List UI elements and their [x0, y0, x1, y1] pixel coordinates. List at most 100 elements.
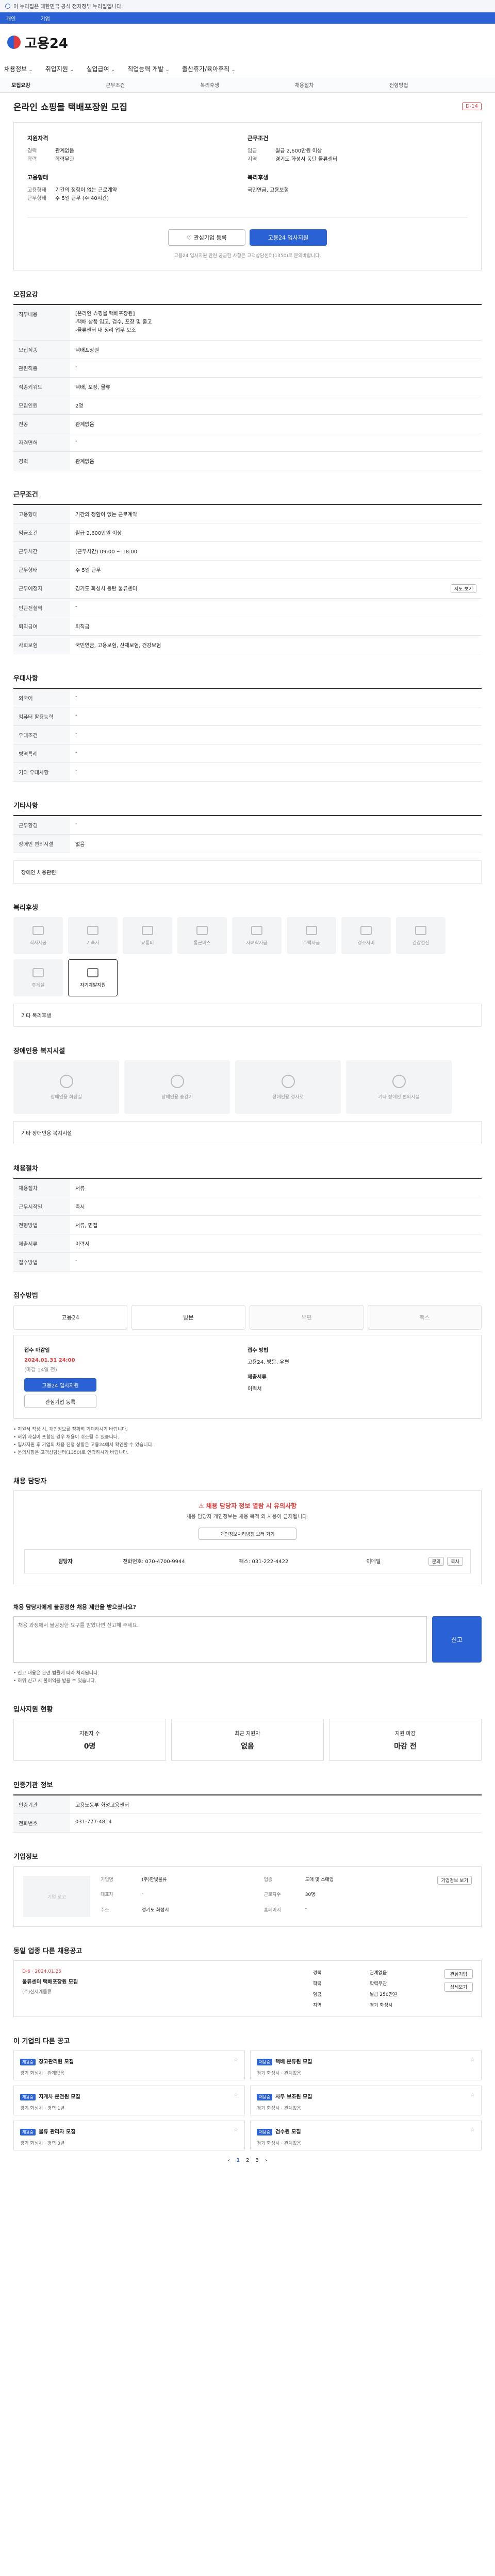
logo-icon[interactable]: [7, 36, 21, 49]
star-icon[interactable]: ☆: [470, 2057, 475, 2063]
same-job-card[interactable]: D-6 · 2024.01.25 물류센터 택배포장원 모집 (주)신세계물류 …: [13, 1960, 482, 2017]
nav-item-jobs[interactable]: 채용정보: [4, 64, 33, 73]
etc-note: 장애인 채용관련: [13, 860, 482, 884]
section-title-report: 채용 담당자에게 불공정한 채용 제안을 받으셨나요?: [13, 1604, 137, 1611]
same-interest-button[interactable]: 관심기업: [444, 1969, 473, 1979]
star-icon[interactable]: ☆: [234, 2057, 238, 2063]
section-title-method: 접수방법: [13, 1292, 38, 1300]
method-fax: 팩스: [368, 1305, 482, 1330]
gov-notice-bar: 이 누리집은 대한민국 공식 전자정부 누리집입니다.: [0, 0, 495, 12]
bullet-text: 문의사항은 고객상담센터(1350)로 연락하시기 바랍니다.: [13, 1449, 482, 1457]
row-value: -: [70, 744, 482, 763]
job-card[interactable]: ☆ 채용중 택배 분류원 모집 경기 화성시 · 관계없음: [250, 2050, 482, 2080]
page-link[interactable]: 3: [255, 2158, 258, 2163]
row-value: -: [70, 1252, 482, 1272]
row-value: 031-777-4814: [70, 1814, 482, 1833]
deadline-apply-button[interactable]: 고용24 입사지원: [24, 1378, 96, 1392]
star-icon[interactable]: ☆: [234, 2092, 238, 2098]
page-link[interactable]: 2: [246, 2158, 249, 2163]
flag-icon: [5, 3, 10, 9]
tab-condition[interactable]: 근무조건: [106, 81, 200, 89]
row-label: 인증기관: [13, 1795, 70, 1814]
welfare-icon: [196, 925, 208, 935]
tab-recruit[interactable]: 모집요강: [11, 81, 106, 89]
nav-item-leave[interactable]: 출산휴가/육아휴직: [182, 64, 236, 73]
welfare-icon: [251, 925, 262, 935]
row-value: 관계없음: [70, 414, 482, 433]
method-visit[interactable]: 방문: [131, 1305, 245, 1330]
row-value: 없음: [70, 834, 482, 853]
job-title[interactable]: 검수원 모집: [275, 2129, 301, 2135]
section-title-contact: 채용 담당자: [13, 1478, 47, 1485]
logo-text[interactable]: 고용24: [25, 33, 68, 52]
nav-item-training[interactable]: 직업능력 개발: [127, 64, 170, 73]
nav-item-unemployment[interactable]: 실업급여: [86, 64, 115, 73]
row-value: -: [70, 433, 482, 452]
tab-welfare[interactable]: 복리후생: [200, 81, 294, 89]
process-table: 채용절차 서류 근무시작일 즉시 전형방법 서류, 면접 제출서류 이력서 접수방법 -: [13, 1178, 482, 1272]
page-link[interactable]: 1: [236, 2158, 240, 2163]
privacy-button[interactable]: 개인정보처리방침 보러 가기: [199, 1528, 296, 1540]
gov-bar-personal[interactable]: 개인: [6, 14, 15, 22]
job-card[interactable]: ☆ 채용중 창고관리원 모집 경기 화성시 · 관계없음: [13, 2050, 245, 2080]
map-button[interactable]: 지도 보기: [451, 584, 476, 593]
apply-button[interactable]: 고용24 입사지원: [250, 229, 327, 246]
summary-value: 경기도 화성시 동탄 물류센터: [275, 157, 337, 162]
row-label: 모집인원: [13, 396, 70, 415]
disabled-item: 장애인용 경사로: [235, 1060, 341, 1114]
job-meta: 경기 화성시 · 관계없음: [257, 2106, 301, 2111]
welfare-item: 식사제공: [13, 917, 63, 954]
prev-icon[interactable]: ‹: [228, 2158, 230, 2163]
welfare-item: 건강검진: [396, 917, 446, 954]
summary-value: 주 5일 근무 (주 40시간): [55, 196, 109, 201]
tab-process[interactable]: 채용절차: [295, 81, 389, 89]
tab-method[interactable]: 전형방법: [389, 81, 484, 89]
same-value: 월급 250만원: [370, 1992, 398, 1997]
recruit-table: 직무내용 [온라인 쇼핑몰 택배포장원] -택배 상품 입고, 검수, 포장 및 …: [13, 304, 482, 470]
welfare-label: 주택자금: [303, 940, 320, 946]
same-detail-button[interactable]: 상세보기: [444, 1982, 473, 1992]
job-card[interactable]: ☆ 채용중 검수원 모집 경기 화성시 · 관계없음: [250, 2121, 482, 2150]
bullet-text: 지원서 작성 시, 개인정보를 정확히 기재하시기 바랍니다.: [13, 1426, 482, 1434]
star-icon[interactable]: ☆: [234, 2127, 238, 2133]
disabled-label: 장애인용 화장실: [51, 1094, 82, 1100]
row-label: 관련직종: [13, 359, 70, 378]
gov-bar-company[interactable]: 기업: [40, 14, 50, 22]
page-title: 온라인 쇼핑몰 택배포장원 모집: [13, 103, 128, 113]
contact-inquiry-button[interactable]: 문의: [428, 1557, 444, 1566]
interest-button[interactable]: ♡ 관심기업 등록: [168, 229, 245, 246]
company-label: 업종: [263, 1877, 273, 1883]
company-value: 경기도 화성시: [142, 1907, 169, 1913]
bullet-text: 신고 내용은 관련 법률에 따라 처리됩니다.: [13, 1670, 482, 1677]
deadline-interest-button[interactable]: 관심기업 등록: [24, 1395, 96, 1408]
status-badge: 채용중: [20, 2094, 36, 2100]
contact-fax: 팩스: 031-222-4422: [239, 1559, 289, 1565]
job-title[interactable]: 창고관리원 모집: [39, 2059, 74, 2065]
status-badge: 채용중: [257, 2129, 273, 2136]
job-title[interactable]: 택배 분류원 모집: [275, 2059, 312, 2065]
job-title[interactable]: 사무 보조원 모집: [275, 2094, 312, 2100]
same-title[interactable]: 물류센터 택배포장원 모집: [22, 1977, 313, 1985]
contact-copy-button[interactable]: 복사: [447, 1557, 463, 1566]
method-online[interactable]: 고용24: [13, 1305, 127, 1330]
same-value: 학력무관: [370, 1981, 387, 1987]
job-card[interactable]: ☆ 채용중 물류 관리자 모집 경기 화성시 · 경력 3년: [13, 2121, 245, 2150]
status-label: 지원 마감: [395, 1731, 416, 1737]
bullet-text: 입사지원 후 기업의 채용 진행 상황은 고용24에서 확인할 수 있습니다.: [13, 1442, 482, 1449]
company-detail-button[interactable]: 기업정보 보기: [437, 1876, 472, 1885]
job-title[interactable]: 지게차 운전원 모집: [39, 2094, 80, 2100]
star-icon[interactable]: ☆: [470, 2092, 475, 2098]
job-card[interactable]: ☆ 채용중 사무 보조원 모집 경기 화성시 · 관계없음: [250, 2086, 482, 2115]
report-submit-button[interactable]: 신고: [432, 1616, 482, 1663]
bullet-text: 허위 신고 시 불이익을 받을 수 있습니다.: [13, 1677, 482, 1685]
company-value: -: [142, 1891, 144, 1896]
next-icon[interactable]: ›: [265, 2158, 267, 2163]
job-card[interactable]: ☆ 채용중 지게차 운전원 모집 경기 화성시 · 경력 1년: [13, 2086, 245, 2115]
company-logo: 기업 로고: [23, 1876, 90, 1917]
nav-item-support[interactable]: 취업지원: [45, 64, 74, 73]
report-textarea[interactable]: [13, 1616, 427, 1663]
star-icon[interactable]: ☆: [470, 2127, 475, 2133]
row-label: 외국어: [13, 688, 70, 707]
job-title[interactable]: 물류 관리자 모집: [39, 2129, 75, 2135]
welfare-item: 주택자금: [287, 917, 336, 954]
